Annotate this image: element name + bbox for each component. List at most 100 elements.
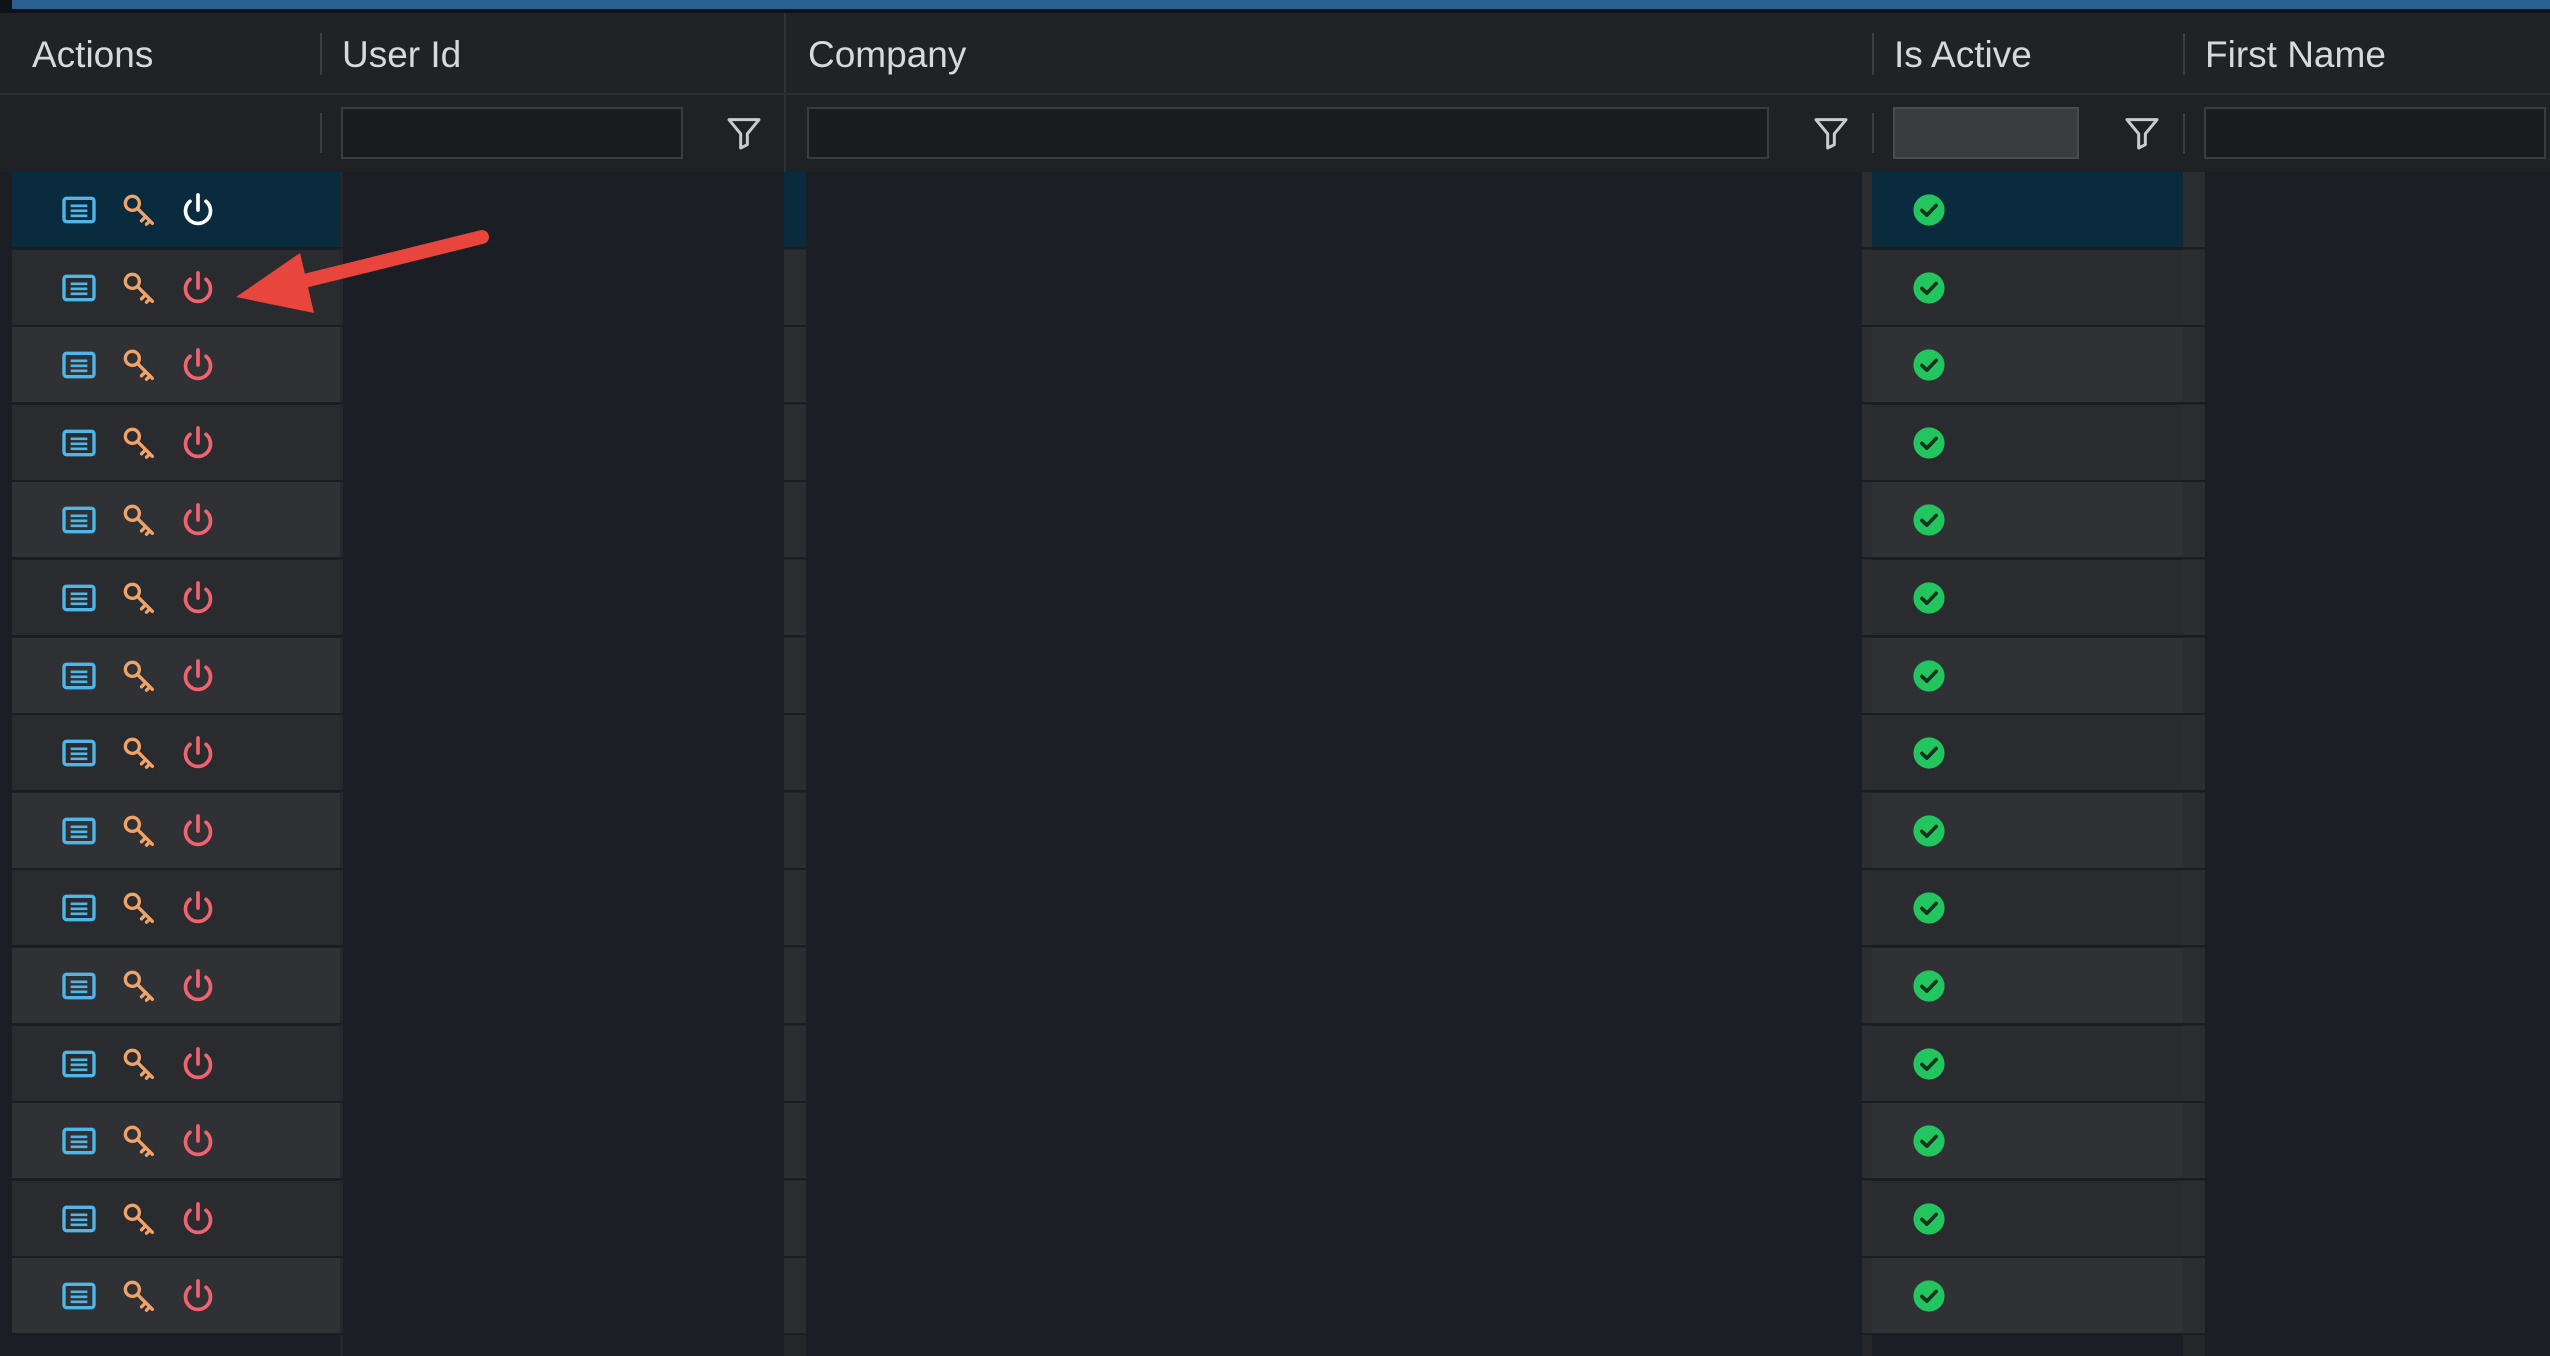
row-cell-gap xyxy=(1862,482,1872,558)
grid-body xyxy=(0,172,2550,1356)
view-details-button[interactable] xyxy=(57,576,101,620)
deactivate-button[interactable] xyxy=(176,886,220,930)
deactivate-button[interactable] xyxy=(176,1119,220,1163)
view-details-button[interactable] xyxy=(57,498,101,542)
deactivate-button[interactable] xyxy=(176,1042,220,1086)
view-details-button[interactable] xyxy=(57,1119,101,1163)
key-icon xyxy=(123,582,154,614)
row-cell-gap xyxy=(2183,792,2205,868)
deactivate-button[interactable] xyxy=(176,576,220,620)
deactivate-button[interactable] xyxy=(176,498,220,542)
table-row[interactable] xyxy=(0,1103,2550,1181)
reset-password-button[interactable] xyxy=(117,1119,161,1163)
reset-password-button[interactable] xyxy=(117,266,161,310)
table-row[interactable] xyxy=(0,948,2550,1025)
deactivate-button[interactable] xyxy=(176,421,220,465)
reset-password-button[interactable] xyxy=(117,1197,161,1241)
table-row[interactable] xyxy=(0,637,2550,715)
table-row[interactable] xyxy=(0,1025,2550,1103)
key-icon xyxy=(123,505,154,537)
reset-password-button[interactable] xyxy=(117,576,161,620)
deactivate-button[interactable] xyxy=(176,188,220,232)
row-actions-cell xyxy=(12,560,340,635)
row-actions-cell xyxy=(12,327,340,403)
view-details-button[interactable] xyxy=(57,809,101,853)
details-icon xyxy=(62,274,96,301)
table-row[interactable] xyxy=(0,870,2550,948)
column-header-company[interactable]: Company xyxy=(788,13,1872,93)
active-check-icon xyxy=(1913,1048,1945,1080)
reset-password-button[interactable] xyxy=(117,188,161,232)
view-details-button[interactable] xyxy=(57,188,101,232)
details-icon xyxy=(62,972,96,1000)
power-icon xyxy=(183,891,213,924)
reset-password-button[interactable] xyxy=(117,886,161,930)
details-icon xyxy=(62,662,96,689)
deactivate-button[interactable] xyxy=(176,654,220,698)
user-id-filter-input[interactable] xyxy=(341,107,683,159)
reset-password-button[interactable] xyxy=(117,731,161,775)
active-check-icon xyxy=(1913,272,1945,304)
details-icon xyxy=(62,196,96,224)
company-filter-button[interactable] xyxy=(1806,108,1856,158)
deactivate-button[interactable] xyxy=(176,1274,220,1318)
column-header-first-name[interactable]: First Name xyxy=(2185,13,2550,93)
deactivate-button[interactable] xyxy=(176,343,220,387)
deactivate-button[interactable] xyxy=(176,1197,220,1241)
reset-password-button[interactable] xyxy=(117,1274,161,1318)
deactivate-button[interactable] xyxy=(176,809,220,853)
first-name-filter-input[interactable] xyxy=(2204,107,2546,159)
active-check-icon xyxy=(1913,815,1945,847)
row-cell-gap xyxy=(2183,870,2205,946)
table-row[interactable] xyxy=(0,1180,2550,1258)
view-details-button[interactable] xyxy=(57,1274,101,1318)
view-details-button[interactable] xyxy=(57,886,101,930)
reset-password-button[interactable] xyxy=(117,343,161,387)
power-icon xyxy=(183,1124,213,1157)
view-details-button[interactable] xyxy=(57,654,101,698)
table-row[interactable] xyxy=(0,1258,2550,1336)
reset-password-button[interactable] xyxy=(117,1042,161,1086)
row-cell-gap xyxy=(1862,1103,1872,1179)
table-row[interactable] xyxy=(0,404,2550,482)
details-icon xyxy=(62,584,96,612)
table-row[interactable] xyxy=(0,792,2550,870)
active-check-icon xyxy=(1913,660,1945,692)
column-header-actions[interactable]: Actions xyxy=(12,13,320,93)
column-divider xyxy=(784,13,786,93)
key-icon xyxy=(123,1048,154,1080)
table-row[interactable] xyxy=(0,249,2550,327)
active-check-icon xyxy=(1913,504,1945,536)
user-id-filter-button[interactable] xyxy=(719,108,769,158)
key-icon xyxy=(123,349,154,382)
is-active-filter-button[interactable] xyxy=(2117,108,2167,158)
table-row[interactable] xyxy=(0,560,2550,637)
table-row[interactable] xyxy=(0,172,2550,249)
deactivate-button[interactable] xyxy=(176,731,220,775)
deactivate-button[interactable] xyxy=(176,964,220,1008)
view-details-button[interactable] xyxy=(57,343,101,387)
view-details-button[interactable] xyxy=(57,421,101,465)
table-row[interactable] xyxy=(0,327,2550,405)
view-details-button[interactable] xyxy=(57,964,101,1008)
view-details-button[interactable] xyxy=(57,266,101,310)
reset-password-button[interactable] xyxy=(117,809,161,853)
reset-password-button[interactable] xyxy=(117,498,161,542)
view-details-button[interactable] xyxy=(57,1197,101,1241)
column-header-user-id[interactable]: User Id xyxy=(322,13,784,93)
view-details-button[interactable] xyxy=(57,1042,101,1086)
reset-password-button[interactable] xyxy=(117,654,161,698)
column-header-is-active[interactable]: Is Active xyxy=(1874,13,2182,93)
table-row[interactable] xyxy=(0,715,2550,793)
view-details-button[interactable] xyxy=(57,731,101,775)
power-icon xyxy=(183,348,213,381)
company-filter-input[interactable] xyxy=(807,107,1769,159)
reset-password-button[interactable] xyxy=(117,421,161,465)
deactivate-button[interactable] xyxy=(176,266,220,310)
key-icon xyxy=(123,1125,154,1158)
reset-password-button[interactable] xyxy=(117,964,161,1008)
column-divider xyxy=(784,95,786,172)
row-cell-gap xyxy=(1862,1180,1872,1256)
is-active-filter-input[interactable] xyxy=(1893,107,2079,159)
table-row[interactable] xyxy=(0,482,2550,560)
